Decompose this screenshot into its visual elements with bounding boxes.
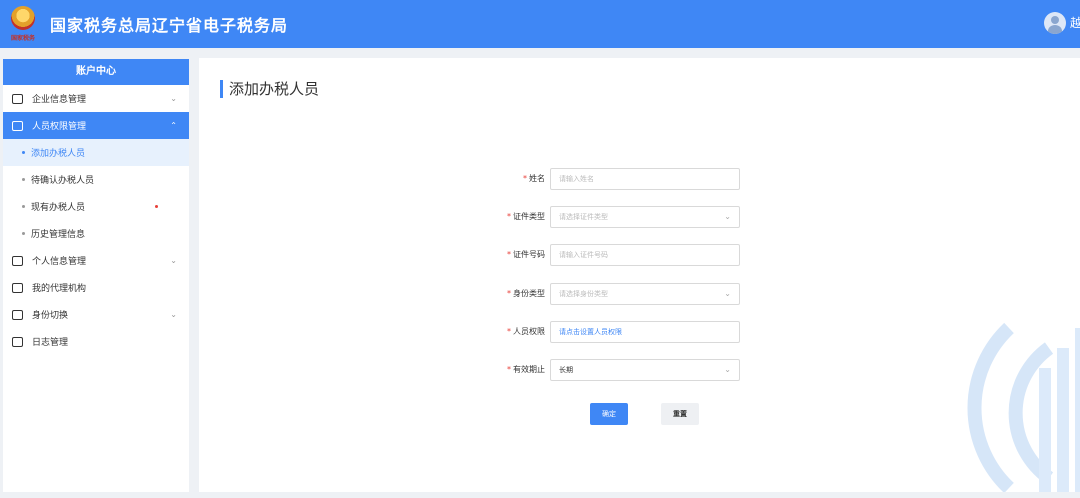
bullet-icon [22,178,25,181]
identity-type-label: * 身份类型 [507,289,545,298]
bullet-icon [22,232,25,235]
sidebar-item-identity-switch[interactable]: 身份切换 ⌄ [3,301,189,328]
cert-type-select[interactable]: 请选择证件类型 ⌄ [550,206,740,228]
cert-no-label: * 证件号码 [507,250,545,259]
chevron-down-icon: ⌄ [170,94,177,103]
chevron-up-icon: ⌃ [170,121,177,130]
sidebar-subitem-label: 现有办税人员 [31,203,86,213]
chevron-down-icon: ⌄ [170,310,177,319]
chevron-down-icon: ⌄ [724,212,731,221]
cert-no-input[interactable]: 请输入证件号码 [550,244,740,266]
chevron-down-icon: ⌄ [170,256,177,265]
page-title: 添加办税人员 [220,80,319,98]
sidebar-item-enterprise-info[interactable]: 企业信息管理 ⌄ [3,85,189,112]
sidebar-item-label: 人员权限管理 [32,122,87,132]
sidebar-subitem-label: 历史管理信息 [31,230,86,240]
sidebar: 账户中心 企业信息管理 ⌄ 人员权限管理 ⌃ 添加办税人员 待确认办税人员 现有… [3,59,189,492]
sidebar-subitem-add-staff[interactable]: 添加办税人员 [3,139,189,166]
tax-logo[interactable]: 国家税务 [8,6,38,44]
valid-until-label: * 有效期止 [507,365,545,374]
sidebar-subitem-label: 待确认办税人员 [31,176,95,186]
notification-dot [155,205,158,208]
sidebar-subitem-pending-staff[interactable]: 待确认办税人员 [3,166,189,193]
valid-until-select[interactable]: 长期 ⌄ [550,359,740,381]
sidebar-item-agency[interactable]: 我的代理机构 [3,274,189,301]
sidebar-subitem-history[interactable]: 历史管理信息 [3,220,189,247]
chevron-down-icon: ⌄ [724,289,731,298]
cert-type-label: * 证件类型 [507,212,545,221]
site-title: 国家税务总局辽宁省电子税务局 [50,16,289,35]
logo-text: 国家税务 [10,35,35,42]
name-input[interactable]: 请输入姓名 [550,168,740,190]
user-name[interactable]: 越 [1070,14,1080,31]
log-icon [12,336,23,347]
bullet-icon [22,151,25,154]
permission-setting-field[interactable]: 请点击设置人员权限 [550,321,740,343]
sidebar-subitem-current-staff[interactable]: 现有办税人员 [3,193,189,220]
chevron-down-icon: ⌄ [724,365,731,374]
name-label: * 姓名 [523,174,545,183]
building-icon [12,93,23,104]
id-card-icon [12,255,23,266]
sidebar-item-label: 我的代理机构 [32,284,87,294]
permission-label: * 人员权限 [507,327,545,336]
user-avatar-icon[interactable] [1044,12,1066,34]
confirm-button[interactable]: 确定 [590,403,628,425]
sidebar-item-log[interactable]: 日志管理 [3,328,189,355]
tax-watermark-icon [967,322,1080,492]
reset-button[interactable]: 重置 [661,403,699,425]
sidebar-item-label: 日志管理 [32,338,69,348]
switch-icon [12,309,23,320]
sidebar-title: 账户中心 [3,59,189,85]
tax-emblem-icon [11,6,35,30]
top-header: 国家税务 国家税务总局辽宁省电子税务局 越 [0,0,1080,48]
sidebar-item-permission[interactable]: 人员权限管理 ⌃ [3,112,189,139]
sidebar-item-label: 企业信息管理 [32,95,87,105]
sidebar-item-label: 个人信息管理 [32,257,87,267]
sidebar-subitem-label: 添加办税人员 [31,149,86,159]
main-panel: 添加办税人员 * 姓名 请输入姓名 * 证件类型 请选择证件类型 ⌄ * 证件号码 请… [199,58,1080,492]
user-lock-icon [12,120,23,131]
sidebar-item-label: 身份切换 [32,311,69,321]
identity-type-select[interactable]: 请选择身份类型 ⌄ [550,283,740,305]
agency-icon [12,282,23,293]
bullet-icon [22,205,25,208]
sidebar-item-personal-info[interactable]: 个人信息管理 ⌄ [3,247,189,274]
